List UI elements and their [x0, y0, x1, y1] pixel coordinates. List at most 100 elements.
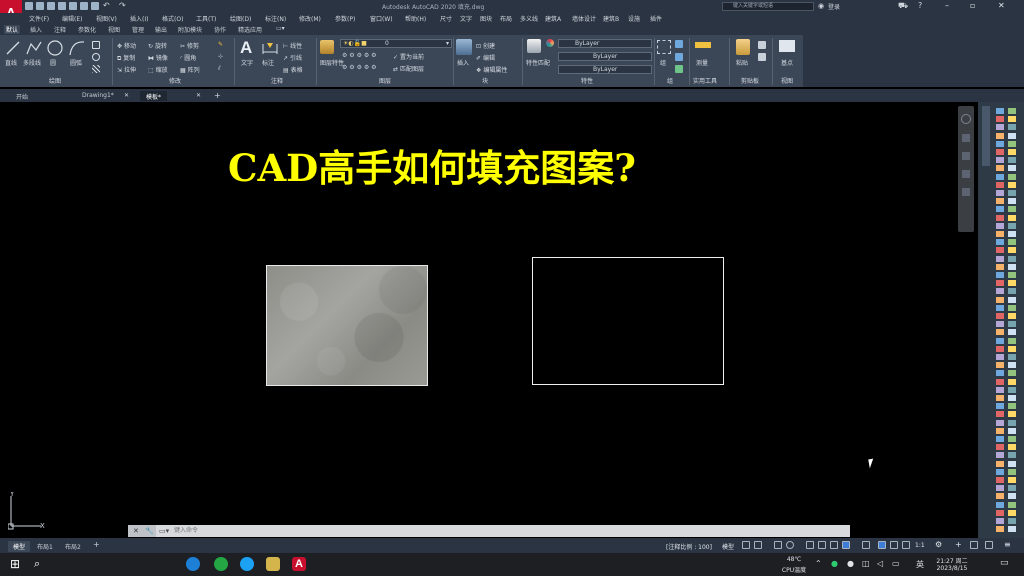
annotation-visibility-icon[interactable] [878, 541, 886, 549]
palette-tool-icon[interactable] [1008, 140, 1016, 147]
copy-clip-icon[interactable] [758, 41, 766, 49]
paste-icon[interactable] [736, 39, 750, 55]
palette-tool-icon[interactable] [996, 452, 1004, 459]
web-icon[interactable] [69, 2, 77, 10]
annotation-scale[interactable]: [注释比例 : 100] [666, 542, 712, 551]
polyline-tool[interactable] [26, 40, 42, 60]
palette-tool-icon[interactable] [996, 173, 1004, 180]
clock-time[interactable]: 21:27 周二 [932, 556, 972, 565]
palette-tool-icon[interactable] [996, 419, 1004, 426]
menu-facility[interactable]: 设施 [628, 14, 640, 23]
palette-tool-icon[interactable] [996, 436, 1004, 442]
gear-icon[interactable]: ⚙ [935, 540, 942, 549]
palette-tool-icon[interactable] [1008, 173, 1016, 180]
layer-tools-row-1[interactable]: ⚙ ⚙ ⚙ ⚙ ⚙ [342, 52, 377, 59]
menu-layout[interactable]: 布局 [500, 14, 512, 23]
tab-view[interactable]: 视图 [106, 25, 122, 34]
palette-tool-icon[interactable] [1008, 247, 1016, 254]
copy-tool[interactable]: ⧉ 复制 [117, 53, 135, 63]
user-icon[interactable]: ◉ [818, 2, 824, 10]
input-method-icon[interactable]: 英 [916, 559, 924, 570]
palette-tool-icon[interactable] [1008, 403, 1016, 410]
palette-tool-icon[interactable] [1008, 272, 1016, 278]
undo-icon[interactable]: ↶ [103, 1, 110, 10]
ribbon-toggle-icon[interactable]: ▭▾ [276, 25, 285, 32]
palette-tool-icon[interactable] [1008, 468, 1016, 475]
palette-tool-icon[interactable] [1008, 501, 1016, 508]
palette-tool-icon[interactable] [1008, 222, 1016, 229]
tab-output[interactable]: 输出 [153, 25, 169, 34]
menu-file[interactable]: 文件(F) [29, 14, 49, 23]
match-layer-tool[interactable]: ⇄ 匹配图层 [393, 64, 424, 73]
explode-icon[interactable]: ⊹ [218, 53, 223, 60]
cpu-temperature-label[interactable]: CPU温度 [778, 565, 810, 574]
plot-icon[interactable] [80, 2, 88, 10]
tab-model[interactable]: 模型 [8, 541, 31, 552]
palette-tool-icon[interactable] [996, 321, 1004, 328]
palette-tool-icon[interactable] [996, 509, 1004, 516]
palette-tool-icon[interactable] [1008, 263, 1016, 270]
palette-tool-icon[interactable] [1008, 206, 1016, 213]
transparency-icon[interactable] [842, 541, 850, 549]
trim-tool[interactable]: ✂ 修剪 [180, 41, 199, 50]
group-icon[interactable] [657, 40, 671, 54]
help-icon[interactable]: ? [918, 1, 922, 10]
layer-tools-row-2[interactable]: ⚙ ⚙ ⚙ ⚙ ⚙ [342, 64, 377, 71]
menu-insert[interactable]: 插入(I) [130, 14, 148, 23]
menu-tools[interactable]: 工具(T) [196, 14, 216, 23]
utilities-panel-title[interactable]: 实用工具 [690, 76, 720, 86]
palette-tool-icon[interactable] [996, 190, 1004, 196]
tray-chevron-icon[interactable]: ⌃ [815, 559, 822, 568]
ungroup-icon[interactable] [675, 40, 683, 48]
palette-tool-icon[interactable] [1008, 165, 1016, 172]
tab-insert[interactable]: 插入 [28, 25, 44, 34]
palette-tool-icon[interactable] [1008, 313, 1016, 319]
open-file-icon[interactable] [36, 2, 44, 10]
workspace-icon[interactable] [902, 541, 910, 549]
move-tool[interactable]: ✥ 移动 [117, 41, 136, 50]
palette-tool-icon[interactable] [996, 116, 1004, 123]
otrack-icon[interactable] [818, 541, 826, 549]
palette-tool-icon[interactable] [996, 345, 1004, 352]
close-button[interactable]: ✕ [998, 1, 1005, 10]
empty-rectangle[interactable] [532, 257, 724, 385]
search-icon[interactable]: ⌕ [34, 557, 40, 571]
app-icon[interactable] [240, 557, 254, 571]
edit-block-tool[interactable]: ✐ 编辑 [476, 53, 495, 62]
weather-temperature[interactable]: 48℃ [782, 556, 806, 563]
palette-tool-icon[interactable] [1008, 411, 1016, 418]
model-space-toggle[interactable]: 模型 [722, 542, 734, 551]
properties-panel-title[interactable]: 特性 [572, 76, 602, 86]
palette-tool-icon[interactable] [1008, 214, 1016, 221]
annotation-panel-title[interactable]: 注释 [262, 76, 292, 86]
insert-block-icon[interactable] [456, 39, 472, 55]
palette-tool-icon[interactable] [1008, 181, 1016, 188]
palette-tool-icon[interactable] [996, 485, 1004, 492]
text-tool[interactable]: A [240, 38, 252, 58]
tab-template[interactable]: 模板* [140, 91, 168, 101]
line-tool[interactable] [6, 40, 20, 60]
battery-icon[interactable]: ▭ [892, 559, 900, 568]
tray-app-icon[interactable]: ● [847, 559, 854, 568]
palette-tool-icon[interactable] [996, 460, 1004, 467]
minimize-button[interactable]: – [945, 1, 949, 10]
zoom-scale[interactable]: 1:1 [915, 542, 925, 549]
menu-edit[interactable]: 编辑(E) [62, 14, 82, 23]
osnap-icon[interactable] [806, 541, 814, 549]
palette-tool-icon[interactable] [1008, 436, 1016, 442]
palette-tool-icon[interactable] [1008, 427, 1016, 434]
linear-tool[interactable]: ⊢ 线性 [283, 41, 302, 50]
auto-scale-icon[interactable] [890, 541, 898, 549]
menu-help[interactable]: 帮助(H) [405, 14, 426, 23]
block-panel-title[interactable]: 块 [470, 76, 500, 86]
palette-tool-icon[interactable] [1008, 288, 1016, 295]
rotate-tool[interactable]: ↻ 旋转 [148, 41, 167, 50]
snap-icon[interactable] [754, 541, 762, 549]
palette-tool-icon[interactable] [1008, 395, 1016, 401]
palette-tool-icon[interactable] [1008, 345, 1016, 352]
erase-icon[interactable]: ✎ [218, 41, 223, 48]
layer-dropdown[interactable]: ☀◐🔓■ 0 ▾ [340, 39, 452, 48]
palette-tool-icon[interactable] [996, 354, 1004, 360]
menu-text[interactable]: 文字 [460, 14, 472, 23]
dimension-tool[interactable] [261, 40, 279, 60]
